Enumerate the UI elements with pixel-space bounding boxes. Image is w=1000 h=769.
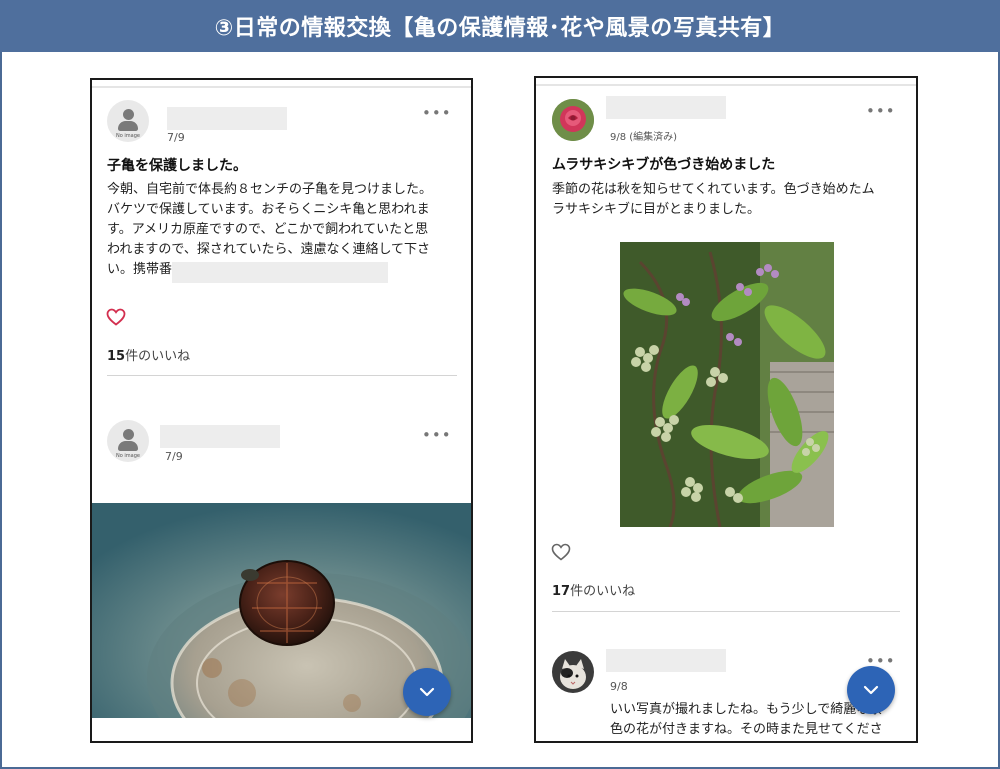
avatar[interactable]: No image — [107, 420, 149, 462]
more-options-icon[interactable]: ••• — [422, 428, 452, 443]
post-body-line: ラサキシキブに目がとまりました。 — [552, 202, 761, 217]
author-name-redacted[interactable] — [167, 107, 287, 130]
phone-number-redacted — [172, 262, 388, 283]
comment-body-line: 色の花が付きますね。その時また見せてくださ — [610, 722, 883, 737]
person-icon-head — [123, 429, 134, 440]
post-body-line: 季節の花は秋を知らせてくれています。色づき始めたム — [552, 182, 875, 197]
person-icon-head — [123, 109, 134, 120]
post-title: 子亀を保護しました。 — [107, 158, 247, 174]
heart-outline-icon[interactable] — [106, 308, 126, 326]
status-divider — [536, 84, 916, 86]
scroll-down-button[interactable] — [847, 666, 895, 714]
like-count-label: 件のいいね — [570, 584, 636, 599]
post-date: 7/9 — [167, 131, 185, 144]
page-title: ③日常の情報交換【亀の保護情報･花や風景の写真共有】 — [0, 0, 1000, 52]
avatar-caption: No image — [116, 133, 140, 139]
avatar[interactable]: No image — [107, 100, 149, 142]
author-name-redacted[interactable] — [606, 96, 726, 119]
scroll-down-button[interactable] — [403, 668, 451, 716]
post-body-line: バケツで保護しています。おそらくニシキ亀と思われま — [107, 202, 430, 217]
post-body-line: われますので、探されていたら、遠慮なく連絡して下さ — [107, 242, 431, 257]
comment-date: 9/8 — [610, 680, 628, 693]
post-divider — [107, 375, 457, 376]
beautyberry-photo[interactable] — [620, 242, 834, 527]
post-body: 季節の花は秋を知らせてくれています。色づき始めたム ラサキシキブに目がとまりまし… — [552, 180, 912, 220]
like-count[interactable]: 15件のいいね — [107, 345, 190, 364]
heart-outline-icon[interactable] — [551, 543, 571, 561]
chevron-down-icon — [863, 685, 879, 695]
cat-avatar[interactable] — [552, 651, 594, 693]
chevron-down-icon — [419, 687, 435, 697]
person-icon-body — [118, 441, 138, 451]
like-count[interactable]: 17件のいいね — [552, 580, 635, 599]
avatar-caption: No image — [116, 453, 140, 459]
like-count-number: 15 — [107, 349, 126, 364]
left-phone-screen[interactable]: No image 7/9 ••• 子亀を保護しました。 今朝、自宅前で体長約８セ… — [90, 78, 473, 743]
like-count-label: 件のいいね — [125, 349, 191, 364]
status-divider — [92, 86, 471, 88]
person-icon-body — [118, 121, 138, 131]
right-phone-screen[interactable]: 9/8 (編集済み) ••• ムラサキシキブが色づき始めました 季節の花は秋を知… — [534, 76, 918, 743]
more-options-icon[interactable]: ••• — [866, 104, 896, 119]
post-body-line: す。アメリカ原産ですので、どこかで飼われていたと思 — [107, 222, 429, 237]
author-name-redacted[interactable] — [160, 425, 280, 448]
more-options-icon[interactable]: ••• — [866, 654, 896, 669]
post-date: 9/8 (編集済み) — [610, 132, 678, 143]
more-options-icon[interactable]: ••• — [422, 106, 452, 121]
author-name-redacted[interactable] — [606, 649, 726, 672]
post-title: ムラサキシキブが色づき始めました — [552, 157, 776, 173]
rose-avatar[interactable] — [552, 99, 594, 141]
like-count-number: 17 — [552, 584, 571, 599]
post-date: 7/9 — [165, 450, 183, 463]
post-body-line: 今朝、自宅前で体長約８センチの子亀を見つけました。 — [107, 182, 433, 197]
post-divider — [552, 611, 900, 612]
